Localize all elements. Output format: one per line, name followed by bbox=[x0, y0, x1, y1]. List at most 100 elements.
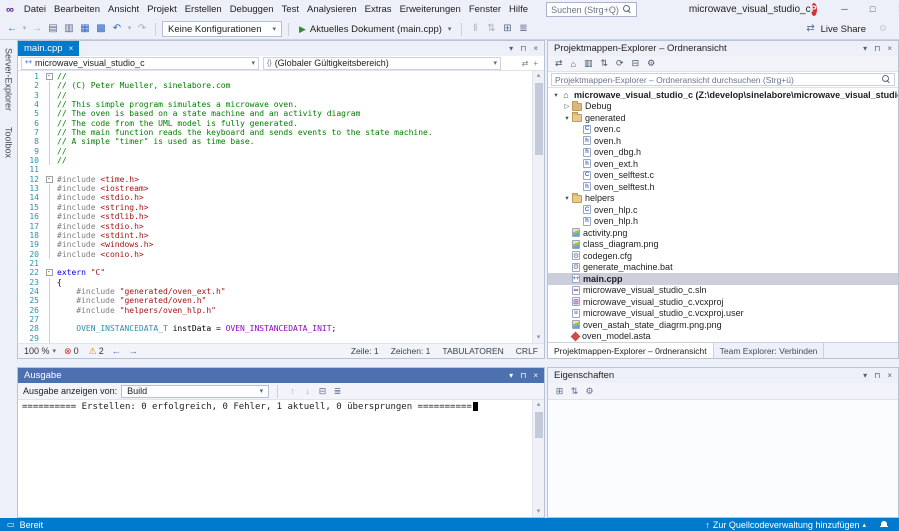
scrollbar-thumb[interactable] bbox=[535, 412, 543, 438]
code-line[interactable]: 11 bbox=[18, 165, 532, 174]
close-icon[interactable]: × bbox=[69, 45, 74, 53]
sync-with-active-document-icon[interactable]: ⇅ bbox=[601, 58, 609, 69]
tree-item[interactable]: ▷Debug bbox=[548, 101, 898, 113]
account-avatar[interactable]: P bbox=[811, 3, 817, 16]
code-line[interactable]: 28 OVEN_INSTANCEDATA_T instData = OVEN_I… bbox=[18, 324, 532, 333]
code-line[interactable]: 6// The code from the UML model is fully… bbox=[18, 119, 532, 128]
output-content[interactable]: ========== Erstellen: 0 erfolgreich, 0 F… bbox=[18, 400, 532, 517]
menu-item-projekt[interactable]: Projekt bbox=[143, 0, 181, 19]
auto-hide-icon[interactable]: ⊓ bbox=[520, 44, 526, 53]
categorized-icon[interactable]: ⊞ bbox=[553, 386, 566, 397]
menu-item-erstellen[interactable]: Erstellen bbox=[181, 0, 226, 19]
home-icon[interactable]: ⌂ bbox=[571, 59, 576, 69]
output-panel-header[interactable]: Ausgabe ▾⊓× bbox=[18, 368, 544, 383]
close-icon[interactable]: × bbox=[887, 371, 892, 380]
step-over-icon[interactable]: ⇅ bbox=[484, 20, 498, 38]
tab-main-cpp[interactable]: main.cpp × bbox=[18, 41, 79, 56]
close-pane-icon[interactable]: × bbox=[533, 44, 538, 53]
open-file-icon[interactable]: ▥ bbox=[62, 20, 76, 38]
code-line[interactable]: 19#include <windows.h> bbox=[18, 240, 532, 249]
search-input[interactable]: Projektmappen-Explorer – Ordneransicht d… bbox=[551, 73, 895, 86]
code-line[interactable]: 20#include <conio.h> bbox=[18, 250, 532, 259]
auto-hide-icon[interactable]: ⊓ bbox=[874, 371, 880, 380]
error-list-icon[interactable]: ≣ bbox=[516, 20, 530, 38]
tree-item[interactable]: hoven_ext.h bbox=[548, 158, 898, 170]
tree-item[interactable]: umicrowave_visual_studio_c.vcxproj.user bbox=[548, 308, 898, 320]
errors-indicator[interactable]: ⊗ 0 bbox=[64, 346, 79, 357]
quick-search-box[interactable]: Suchen (Strg+Q) bbox=[546, 2, 637, 17]
tree-item[interactable]: ▾helpers bbox=[548, 193, 898, 205]
code-line[interactable]: 18#include <stdint.h> bbox=[18, 231, 532, 240]
menu-item-bearbeiten[interactable]: Bearbeiten bbox=[50, 0, 104, 19]
scroll-down-icon[interactable]: ▾ bbox=[537, 333, 541, 343]
tree-item[interactable]: ▾generated bbox=[548, 112, 898, 124]
tree-item[interactable]: oven_astah_state_diagrm.png.png bbox=[548, 319, 898, 331]
code-line[interactable]: 21 bbox=[18, 259, 532, 268]
prev-issue-button[interactable]: ← bbox=[112, 346, 121, 356]
property-pages-icon[interactable]: ⚙ bbox=[583, 386, 596, 397]
project-dropdown[interactable]: ++ microwave_visual_studio_c ▾ bbox=[21, 57, 259, 70]
menu-item-debuggen[interactable]: Debuggen bbox=[226, 0, 278, 19]
code-line[interactable]: 8// A simple "timer" is used as time bas… bbox=[18, 137, 532, 146]
swap-view-icon[interactable]: ⇄ bbox=[522, 59, 529, 68]
menu-item-hilfe[interactable]: Hilfe bbox=[505, 0, 532, 19]
minimize-button[interactable]: ─ bbox=[831, 0, 859, 19]
collapse-icon[interactable]: ▾ bbox=[551, 91, 561, 99]
code-line[interactable]: 10// bbox=[18, 156, 532, 165]
clear-all-icon[interactable]: ⊟ bbox=[316, 386, 329, 397]
fold-collapse-icon[interactable]: - bbox=[46, 176, 53, 183]
next-message-icon[interactable]: ↓ bbox=[301, 386, 314, 396]
side-tab-toolbox[interactable]: Toolbox bbox=[4, 127, 14, 158]
close-button[interactable]: × bbox=[887, 0, 899, 19]
switch-views-icon[interactable]: ⇄ bbox=[555, 58, 563, 69]
code-line[interactable]: 16#include <stdlib.h> bbox=[18, 212, 532, 221]
add-icon[interactable]: + bbox=[533, 59, 538, 68]
scrollbar-thumb[interactable] bbox=[535, 83, 543, 155]
scope-dropdown[interactable]: {} (Globaler Gültigkeitsbereich) ▾ bbox=[263, 57, 501, 70]
code-line[interactable]: 26 #include "helpers/oven_hlp.h" bbox=[18, 306, 532, 315]
collapse-icon[interactable]: ▾ bbox=[562, 194, 572, 202]
collapse-all-icon[interactable]: ⊟ bbox=[632, 58, 640, 69]
menu-item-fenster[interactable]: Fenster bbox=[465, 0, 505, 19]
code-line[interactable]: 7// The main function reads the keyboard… bbox=[18, 128, 532, 137]
code-line[interactable]: 29 bbox=[18, 334, 532, 343]
break-all-icon[interactable]: ‖ bbox=[468, 20, 482, 38]
tree-item[interactable]: hoven_dbg.h bbox=[548, 147, 898, 159]
code-line[interactable]: 17#include <stdio.h> bbox=[18, 222, 532, 231]
scroll-up-icon[interactable]: ▴ bbox=[537, 400, 541, 410]
tree-item[interactable]: ++main.cpp bbox=[548, 273, 898, 285]
warnings-indicator[interactable]: ⚠ 2 bbox=[87, 346, 104, 357]
save-icon[interactable]: ▦ bbox=[78, 20, 92, 38]
alphabetical-icon[interactable]: ⇅ bbox=[568, 386, 581, 397]
menu-item-ansicht[interactable]: Ansicht bbox=[104, 0, 143, 19]
code-line[interactable]: 24 #include "generated/oven_ext.h" bbox=[18, 287, 532, 296]
fold-collapse-icon[interactable]: - bbox=[46, 269, 53, 276]
title-bar[interactable]: ∞ DateiBearbeitenAnsichtProjektErstellen… bbox=[0, 0, 899, 19]
menu-item-datei[interactable]: Datei bbox=[20, 0, 50, 19]
feedback-icon[interactable]: ☺ bbox=[876, 20, 890, 38]
tree-item[interactable]: Coven_hlp.c bbox=[548, 204, 898, 216]
code-line[interactable]: 25 #include "generated/oven.h" bbox=[18, 296, 532, 305]
code-line[interactable]: 2// (C) Peter Mueller, sinelabore.com bbox=[18, 81, 532, 90]
tree-item[interactable]: activity.png bbox=[548, 227, 898, 239]
prev-message-icon[interactable]: ↑ bbox=[286, 386, 299, 396]
side-tab-server-explorer[interactable]: Server-Explorer bbox=[4, 48, 14, 111]
live-share-button[interactable]: ⇄ Live Share bbox=[804, 20, 866, 38]
undo-icon[interactable]: ↶ bbox=[110, 20, 124, 38]
pending-changes-filter-icon[interactable]: ▥ bbox=[584, 58, 593, 69]
panel-tab-1[interactable]: Projektmappen-Explorer – 0rdneransicht bbox=[548, 343, 714, 358]
menu-item-analysieren[interactable]: Analysieren bbox=[303, 0, 361, 19]
build-solution-icon[interactable]: ⊞ bbox=[500, 20, 514, 38]
undo-history-icon[interactable]: ▾ bbox=[126, 20, 133, 38]
code-line[interactable]: 12-#include <time.h> bbox=[18, 175, 532, 184]
tree-item[interactable]: hoven.h bbox=[548, 135, 898, 147]
auto-hide-icon[interactable]: ⊓ bbox=[874, 44, 880, 53]
run-button[interactable]: ▶ Aktuelles Dokument (main.cpp) ▾ bbox=[295, 24, 455, 35]
settings-icon[interactable]: ⚙ bbox=[647, 58, 655, 69]
expand-icon[interactable]: ▷ bbox=[562, 102, 572, 110]
fold-collapse-icon[interactable]: - bbox=[46, 73, 53, 80]
menu-item-erweiterungen[interactable]: Erweiterungen bbox=[396, 0, 465, 19]
scroll-up-icon[interactable]: ▴ bbox=[537, 71, 541, 81]
code-line[interactable]: 1-// bbox=[18, 72, 532, 81]
word-wrap-icon[interactable]: ≣ bbox=[331, 386, 344, 397]
